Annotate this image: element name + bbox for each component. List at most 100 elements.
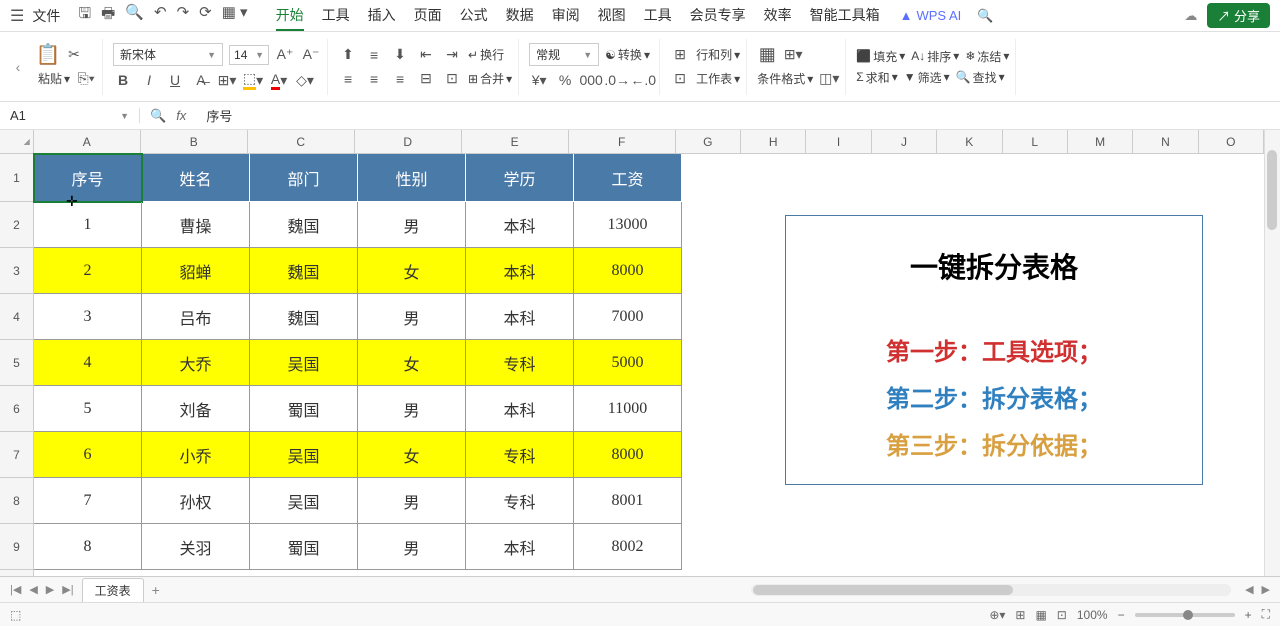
font-select[interactable]: 新宋体▼ [113,43,223,66]
col-header-L[interactable]: L [1003,130,1068,153]
sort-button[interactable]: A↓排序▾ [911,48,959,65]
condfmt-button[interactable]: 条件格式▾ [757,70,813,87]
sheet-tab[interactable]: 工资表 [82,578,144,602]
strike-icon[interactable]: A̶ [191,70,211,90]
menu-tab-2[interactable]: 插入 [368,1,396,31]
row-header-9[interactable]: 9 [0,524,33,570]
fillcolor-icon[interactable]: ⬚▾ [243,70,263,90]
wps-ai[interactable]: ▲WPS AI [900,8,962,23]
cell-D4[interactable]: 男 [358,294,466,340]
horizontal-scrollbar[interactable] [751,584,1231,596]
cell-E9[interactable]: 本科 [466,524,574,570]
bold-icon[interactable]: B [113,70,133,90]
sheet-next-icon[interactable]: ▶ [46,583,54,596]
paste-icon[interactable]: 📋 [38,45,58,65]
percent-icon[interactable]: % [555,70,575,90]
cell-A5[interactable]: 4 [34,340,142,386]
row-header-6[interactable]: 6 [0,386,33,432]
cell-B2[interactable]: 曹操 [142,202,250,248]
cell-D5[interactable]: 女 [358,340,466,386]
cell-A4[interactable]: 3 [34,294,142,340]
cell-E3[interactable]: 本科 [466,248,574,294]
rowcol-button[interactable]: 行和列▾ [696,46,740,63]
underline-icon[interactable]: U [165,70,185,90]
col-header-D[interactable]: D [355,130,462,153]
comma-icon[interactable]: 000 [581,70,601,90]
col-header-B[interactable]: B [141,130,248,153]
col-header-F[interactable]: F [569,130,676,153]
increase-font-icon[interactable]: A⁺ [275,45,295,65]
cell-C5[interactable]: 吴国 [250,340,358,386]
find-button[interactable]: 🔍查找▾ [956,69,1005,86]
align-mid-icon[interactable]: ≡ [364,45,384,65]
col-header-A[interactable]: A [34,130,141,153]
cell-A1[interactable]: 序号 [34,154,142,202]
cell-A3[interactable]: 2 [34,248,142,294]
dec-inc-icon[interactable]: .0→ [607,70,627,90]
cell-F2[interactable]: 13000 [574,202,682,248]
refresh-icon[interactable]: ⟳ [199,3,212,28]
col-header-G[interactable]: G [676,130,741,153]
cell-E2[interactable]: 本科 [466,202,574,248]
cell-E4[interactable]: 本科 [466,294,574,340]
row-header-5[interactable]: 5 [0,340,33,386]
cut-icon[interactable]: ✂ [64,45,84,65]
cell-C2[interactable]: 魏国 [250,202,358,248]
distrib-icon[interactable]: ⊟ [416,69,436,89]
currency-icon[interactable]: ¥▾ [529,70,549,90]
cell-D1[interactable]: 性别 [358,154,466,202]
name-box[interactable]: A1▼ [0,108,140,123]
menu-tab-11[interactable]: 智能工具箱 [810,1,880,31]
cell-C4[interactable]: 魏国 [250,294,358,340]
cell-B1[interactable]: 姓名 [142,154,250,202]
share-button[interactable]: ↗ 分享 [1207,3,1270,28]
menu-icon[interactable]: ☰ [10,6,24,26]
row-header-2[interactable]: 2 [0,202,33,248]
cell-B9[interactable]: 关羽 [142,524,250,570]
dec-dec-icon[interactable]: ←.0 [633,70,653,90]
paste-button[interactable]: 粘贴▾ [38,70,70,87]
cell-B7[interactable]: 小乔 [142,432,250,478]
clear-icon[interactable]: ◇▾ [295,70,315,90]
freeze-button[interactable]: ❄冻结▾ [965,48,1009,65]
style-icon[interactable]: ◫▾ [819,69,839,89]
print-icon[interactable]: 🖶 [101,3,115,28]
cell-D7[interactable]: 女 [358,432,466,478]
menu-tab-5[interactable]: 数据 [506,1,534,31]
cell-F5[interactable]: 5000 [574,340,682,386]
cell-F1[interactable]: 工资 [574,154,682,202]
add-sheet-icon[interactable]: + [152,582,160,598]
zoom-value[interactable]: 100% [1077,608,1108,622]
select-all-corner[interactable] [0,130,34,153]
view-page-icon[interactable]: ▦ [1035,608,1046,622]
cell-C6[interactable]: 蜀国 [250,386,358,432]
search-icon[interactable]: 🔍 [977,8,993,24]
fill-button[interactable]: ⬛填充▾ [856,48,905,65]
col-header-H[interactable]: H [741,130,806,153]
row-header-1[interactable]: 1 [0,154,33,202]
indent-dec-icon[interactable]: ⇤ [416,45,436,65]
cell-C3[interactable]: 魏国 [250,248,358,294]
col-header-O[interactable]: O [1199,130,1264,153]
redo-icon[interactable]: ↷ [177,3,190,28]
hscroll-left-icon[interactable]: ◀ [1245,583,1253,596]
cell-A8[interactable]: 7 [34,478,142,524]
zoom-slider[interactable] [1135,613,1235,617]
row-header-7[interactable]: 7 [0,432,33,478]
condfmt-icon[interactable]: ▦ [757,45,777,65]
cell-F8[interactable]: 8001 [574,478,682,524]
merge-button[interactable]: ⊞合并▾ [468,70,512,87]
align-bot-icon[interactable]: ⬇ [390,45,410,65]
cell-E7[interactable]: 专科 [466,432,574,478]
view-normal-icon[interactable]: ⊞ [1015,608,1025,622]
cell-E1[interactable]: 学历 [466,154,574,202]
col-header-M[interactable]: M [1068,130,1133,153]
rowcol-icon[interactable]: ⊞ [670,45,690,65]
hscroll-right-icon[interactable]: ▶ [1262,583,1270,596]
fx-icon[interactable]: fx [176,108,186,124]
zoom-fx-icon[interactable]: 🔍 [150,108,166,124]
menu-tab-0[interactable]: 开始 [276,1,304,31]
size-select[interactable]: 14▼ [229,45,269,65]
table-icon[interactable]: ⊞▾ [783,45,803,65]
save-icon[interactable]: 🖫 [78,3,91,28]
